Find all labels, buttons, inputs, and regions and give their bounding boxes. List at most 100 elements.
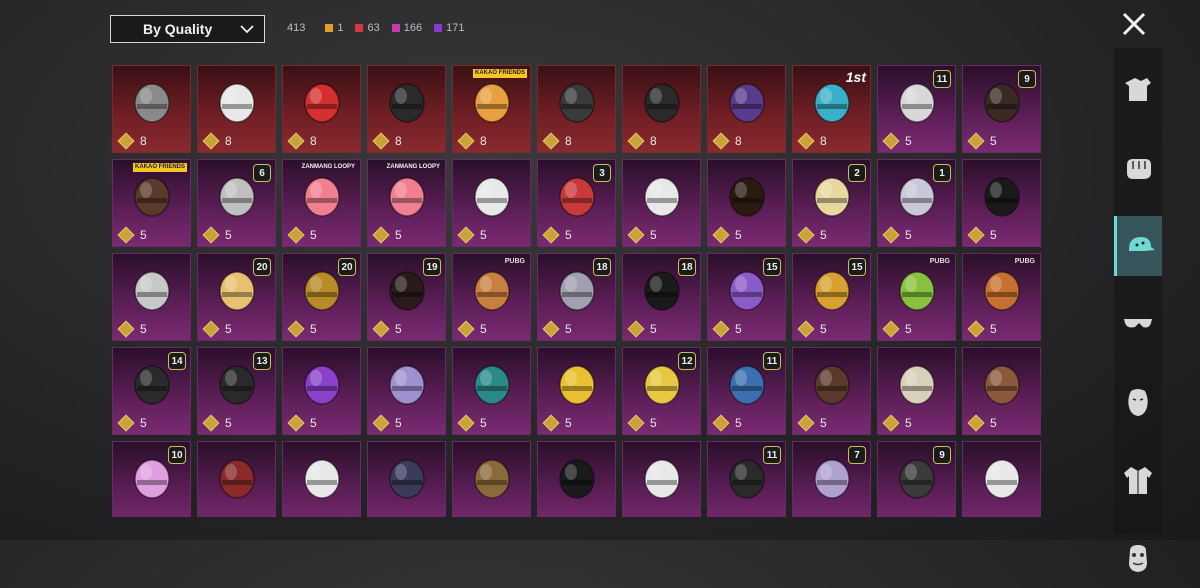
item-card[interactable]: 5 14: [112, 347, 191, 435]
item-card[interactable]: 8: [197, 65, 276, 153]
item-card[interactable]: 5 KAKAO FRIENDS: [112, 159, 191, 247]
item-card[interactable]: 5: [367, 347, 446, 435]
item-card[interactable]: 5: [962, 347, 1041, 435]
item-card[interactable]: 8: [282, 65, 361, 153]
item-card[interactable]: 5 11: [707, 347, 786, 435]
item-card[interactable]: 8: [112, 65, 191, 153]
item-points: 5: [117, 414, 147, 432]
item-points: 8: [202, 132, 232, 150]
coin-icon: [202, 132, 220, 150]
item-card[interactable]: 5 11: [877, 65, 956, 153]
level-badge: 12: [678, 352, 696, 370]
item-card[interactable]: 5 18: [537, 253, 616, 341]
item-card[interactable]: 8: [622, 65, 701, 153]
coin-icon: [372, 320, 390, 338]
item-card[interactable]: [537, 441, 616, 517]
sort-dropdown[interactable]: By Quality: [110, 15, 265, 43]
item-card[interactable]: 5 18: [622, 253, 701, 341]
chevron-down-icon: [240, 25, 254, 34]
coin-icon: [117, 414, 135, 432]
item-card[interactable]: 5: [622, 159, 701, 247]
lavender-bun-icon: [388, 365, 425, 405]
item-points: 5: [457, 414, 487, 432]
item-card[interactable]: 56: [197, 159, 276, 247]
total-count: 413: [287, 22, 306, 34]
item-card[interactable]: 52: [792, 159, 871, 247]
coin-icon: [542, 414, 560, 432]
item-card[interactable]: 5: [112, 253, 191, 341]
item-card[interactable]: 5 12: [622, 347, 701, 435]
count-gold: 1: [325, 22, 343, 34]
item-card[interactable]: 5: [537, 347, 616, 435]
item-card[interactable]: 5 20: [282, 253, 361, 341]
silver-hair-icon: [133, 271, 170, 311]
item-card[interactable]: 51: [877, 159, 956, 247]
item-card[interactable]: 10: [112, 441, 191, 517]
level-badge: 19: [423, 258, 441, 276]
item-card[interactable]: [197, 441, 276, 517]
item-card[interactable]: 7: [792, 441, 871, 517]
item-points: 5: [542, 320, 572, 338]
item-card[interactable]: 5: [877, 347, 956, 435]
item-card[interactable]: [367, 441, 446, 517]
sidebar-tab-outfit[interactable]: [1114, 60, 1162, 120]
item-card[interactable]: [622, 441, 701, 517]
item-card[interactable]: 8: [537, 65, 616, 153]
headphones-hair-icon: [133, 177, 170, 217]
coin-icon: [287, 414, 305, 432]
snake-head-icon: [983, 271, 1020, 311]
item-card[interactable]: 5: [707, 159, 786, 247]
item-card[interactable]: 5 15: [707, 253, 786, 341]
brand-tag: KAKAO FRIENDS: [132, 163, 187, 172]
coin-icon: [117, 320, 135, 338]
brand-tag: KAKAO FRIENDS: [472, 69, 527, 78]
item-points: 5: [882, 132, 912, 150]
level-badge: 14: [168, 352, 186, 370]
item-card[interactable]: [452, 441, 531, 517]
item-points: 8: [627, 132, 657, 150]
item-card[interactable]: 5: [792, 347, 871, 435]
item-card[interactable]: 5 PUBG: [962, 253, 1041, 341]
item-card[interactable]: 8 KAKAO FRIENDS: [452, 65, 531, 153]
item-card[interactable]: [962, 441, 1041, 517]
sidebar-tab-gloves[interactable]: [1114, 528, 1162, 588]
sidebar-tab-sunglasses[interactable]: [1114, 294, 1162, 354]
item-card[interactable]: [282, 441, 361, 517]
item-points: 5: [882, 226, 912, 244]
item-card[interactable]: 5: [962, 159, 1041, 247]
item-points: 5: [117, 320, 147, 338]
category-sidebar: [1114, 48, 1162, 572]
item-card[interactable]: 5 PUBG: [452, 253, 531, 341]
item-card[interactable]: 5 ZANMANG LOOPY: [282, 159, 361, 247]
coin-icon: [967, 414, 985, 432]
item-card[interactable]: 5 20: [197, 253, 276, 341]
cap-icon: [1128, 237, 1155, 251]
close-icon: [1122, 12, 1146, 36]
item-card[interactable]: 53: [537, 159, 616, 247]
item-card[interactable]: 5 ZANMANG LOOPY: [367, 159, 446, 247]
item-card[interactable]: 8: [367, 65, 446, 153]
item-points: 5: [967, 132, 997, 150]
item-points: 5: [627, 226, 657, 244]
item-card[interactable]: 5 13: [197, 347, 276, 435]
cowboy-hat-icon: [813, 365, 850, 405]
item-card[interactable]: 5 19: [367, 253, 446, 341]
item-card[interactable]: 5 PUBG: [877, 253, 956, 341]
item-card[interactable]: 5: [452, 347, 531, 435]
item-points: 5: [967, 414, 997, 432]
sidebar-tab-cap[interactable]: [1114, 216, 1162, 276]
sidebar-tab-jacket[interactable]: [1114, 450, 1162, 510]
sidebar-tab-fist[interactable]: [1114, 138, 1162, 198]
item-card[interactable]: 5: [282, 347, 361, 435]
item-card[interactable]: 5 15: [792, 253, 871, 341]
item-card[interactable]: 5: [452, 159, 531, 247]
item-card[interactable]: 11: [707, 441, 786, 517]
count-red: 63: [355, 22, 380, 34]
close-button[interactable]: [1118, 8, 1150, 40]
item-card[interactable]: 9: [877, 441, 956, 517]
item-card[interactable]: 8: [707, 65, 786, 153]
item-points: 8: [797, 132, 827, 150]
item-card[interactable]: 59: [962, 65, 1041, 153]
item-card[interactable]: 8 1st: [792, 65, 871, 153]
sidebar-tab-face[interactable]: [1114, 372, 1162, 432]
